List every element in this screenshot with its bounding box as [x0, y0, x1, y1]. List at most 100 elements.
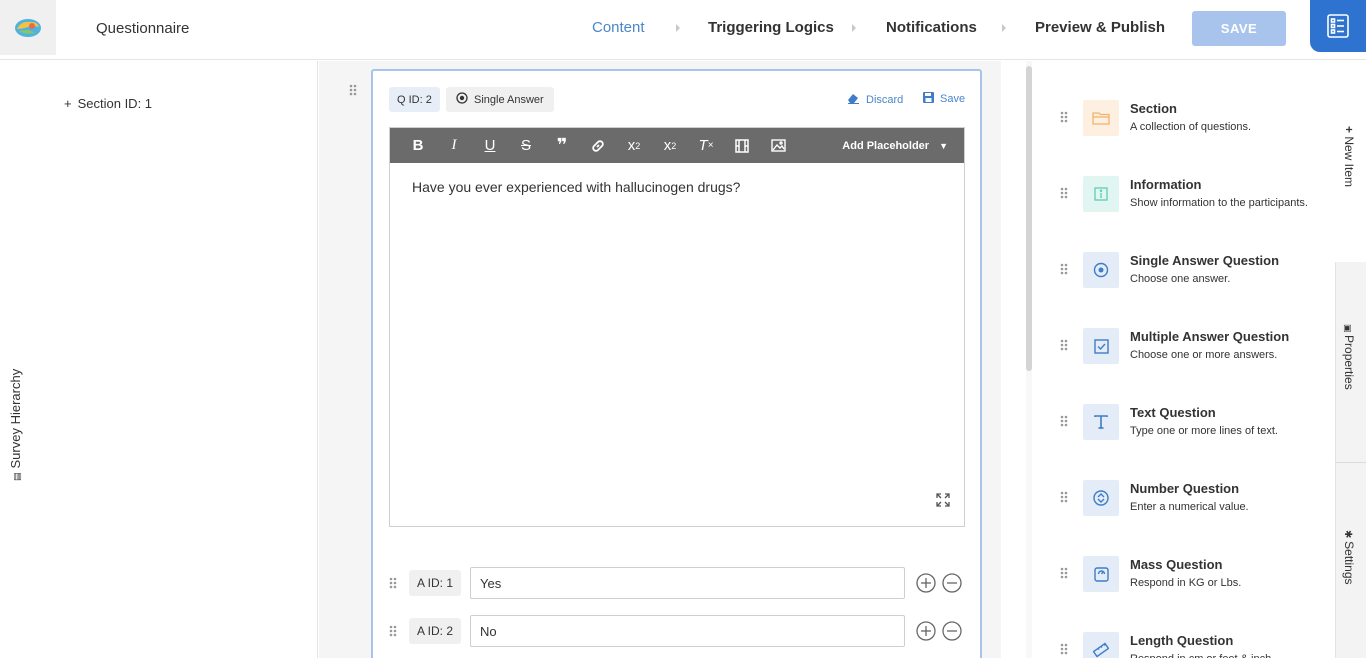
drag-handle-icon[interactable] — [349, 83, 357, 101]
new-item-length-question[interactable]: Length Question Respond in cm or feet & i… — [1033, 615, 1333, 658]
expand-icon[interactable]: + — [64, 96, 72, 111]
briefcase-icon: ▣ — [1343, 324, 1353, 336]
add-answer-icon[interactable] — [916, 573, 936, 598]
tab-triggering-logics[interactable]: Triggering Logics — [708, 19, 834, 36]
question-card[interactable]: Q ID: 2 Single Answer Discard Save B I U… — [371, 69, 982, 658]
answer-row: A ID: 2 — [389, 615, 969, 647]
nav-separator-icon — [1002, 24, 1006, 32]
new-item-multiple-answer-question[interactable]: Multiple Answer Question Choose one or mo… — [1033, 311, 1333, 371]
new-item-section[interactable]: Section A collection of questions. — [1033, 83, 1333, 143]
tab-properties-label: Properties — [1342, 335, 1356, 390]
add-placeholder-dropdown[interactable]: Add Placeholder ▼ — [842, 128, 948, 163]
superscript-icon[interactable]: x2 — [652, 128, 688, 163]
expand-icon[interactable] — [936, 493, 950, 512]
survey-hierarchy-label: Survey Hierarchy — [8, 368, 23, 469]
drag-handle-icon[interactable] — [1060, 566, 1068, 584]
item-title: Section — [1130, 101, 1177, 116]
answer-id-badge: A ID: 2 — [409, 618, 462, 644]
checklist-icon[interactable] — [1310, 0, 1366, 52]
new-item-number-question[interactable]: Number Question Enter a numerical value. — [1033, 463, 1333, 523]
add-answer-icon[interactable] — [916, 621, 936, 646]
item-description: Show information to the participants. — [1130, 197, 1308, 209]
remove-answer-icon[interactable] — [942, 621, 962, 646]
radio-icon — [1083, 252, 1119, 288]
link-icon[interactable] — [580, 128, 616, 163]
image-icon[interactable] — [760, 128, 796, 163]
scale-icon — [1083, 556, 1119, 592]
question-type-badge: Single Answer — [446, 87, 554, 112]
drag-handle-icon[interactable] — [1060, 186, 1068, 204]
scrollbar-thumb[interactable] — [1026, 66, 1032, 371]
divider — [1335, 462, 1366, 463]
nav-separator-icon — [852, 24, 856, 32]
drag-handle-icon[interactable] — [1060, 338, 1068, 356]
question-text[interactable]: Have you ever experienced with hallucino… — [412, 179, 740, 195]
caret-down-icon: ▼ — [939, 140, 948, 151]
add-placeholder-label: Add Placeholder — [842, 139, 930, 152]
checkbox-icon — [1083, 328, 1119, 364]
editor-toolbar: B I U S ❞ x2 x2 T × Add Placeholder ▼ — [390, 128, 964, 163]
save-question-button[interactable]: Save — [923, 92, 965, 106]
new-item-mass-question[interactable]: Mass Question Respond in KG or Lbs. — [1033, 539, 1333, 599]
new-item-panel: Section A collection of questions. Informa… — [1033, 61, 1335, 658]
new-item-text-question[interactable]: Text Question Type one or more lines of t… — [1033, 387, 1333, 447]
brain-logo-icon[interactable] — [0, 0, 56, 55]
number-icon — [1083, 480, 1119, 516]
save-question-label: Save — [940, 93, 966, 105]
drag-handle-icon[interactable] — [1060, 262, 1068, 280]
floppy-disk-icon — [923, 92, 934, 106]
survey-hierarchy-panel: + Section ID: 1 ▤ Survey Hierarchy — [0, 61, 318, 658]
tree-node-section[interactable]: + Section ID: 1 — [64, 96, 152, 111]
bold-icon[interactable]: B — [400, 128, 436, 163]
item-description: Choose one answer. — [1130, 273, 1231, 285]
question-id-badge: Q ID: 2 — [389, 87, 440, 112]
survey-hierarchy-tab[interactable]: ▤ Survey Hierarchy — [8, 361, 26, 481]
info-icon — [1083, 176, 1119, 212]
italic-icon[interactable]: I — [436, 128, 472, 163]
answer-id-badge: A ID: 1 — [409, 570, 462, 596]
tab-content[interactable]: Content — [592, 19, 645, 36]
tab-preview-publish[interactable]: Preview & Publish — [1035, 19, 1165, 36]
item-description: Type one or more lines of text. — [1130, 425, 1278, 437]
item-title: Number Question — [1130, 481, 1240, 496]
discard-button[interactable]: Discard — [847, 92, 903, 107]
clear-format-icon[interactable]: T × — [688, 128, 724, 163]
item-title: Text Question — [1130, 405, 1216, 420]
drag-handle-icon[interactable] — [1060, 414, 1068, 432]
gear-icon: ✱ — [1342, 530, 1353, 542]
answer-input[interactable] — [470, 567, 905, 599]
item-title: Information — [1130, 177, 1202, 192]
new-item-single-answer-question[interactable]: Single Answer Question Choose one answer. — [1033, 235, 1333, 295]
subscript-icon[interactable]: x2 — [616, 128, 652, 163]
top-header: Questionnaire Content Triggering Logics … — [0, 0, 1366, 60]
hierarchy-icon: ▤ — [12, 472, 22, 481]
item-description: Respond in KG or Lbs. — [1130, 577, 1242, 589]
save-button[interactable]: SAVE — [1192, 11, 1286, 46]
eraser-icon — [847, 92, 860, 107]
tab-settings-label: Settings — [1342, 541, 1356, 585]
drag-handle-icon[interactable] — [1060, 642, 1068, 658]
discard-label: Discard — [866, 93, 904, 106]
item-description: Enter a numerical value. — [1130, 501, 1249, 513]
item-description: Respond in cm or feet & inch. — [1130, 653, 1274, 658]
strikethrough-icon[interactable]: S — [508, 128, 544, 163]
radio-icon — [456, 92, 468, 107]
question-type-label: Single Answer — [474, 93, 544, 106]
drag-handle-icon[interactable] — [1060, 490, 1068, 508]
new-item-information[interactable]: Information Show information to the parti… — [1033, 159, 1333, 219]
drag-handle-icon[interactable] — [1060, 110, 1068, 128]
drag-handle-icon[interactable] — [389, 624, 397, 642]
answer-input[interactable] — [470, 615, 905, 647]
rich-text-editor[interactable]: B I U S ❞ x2 x2 T × Add Placeholder ▼ Hav… — [389, 127, 965, 527]
underline-icon[interactable]: U — [472, 128, 508, 163]
quote-icon[interactable]: ❞ — [544, 128, 580, 163]
video-icon[interactable] — [724, 128, 760, 163]
folder-icon — [1083, 100, 1119, 136]
tab-notifications[interactable]: Notifications — [886, 19, 977, 36]
remove-answer-icon[interactable] — [942, 573, 962, 598]
item-description: Choose one or more answers. — [1130, 349, 1278, 361]
item-description: A collection of questions. — [1130, 121, 1252, 133]
text-icon — [1083, 404, 1119, 440]
item-title: Mass Question — [1130, 557, 1223, 572]
drag-handle-icon[interactable] — [389, 576, 397, 594]
